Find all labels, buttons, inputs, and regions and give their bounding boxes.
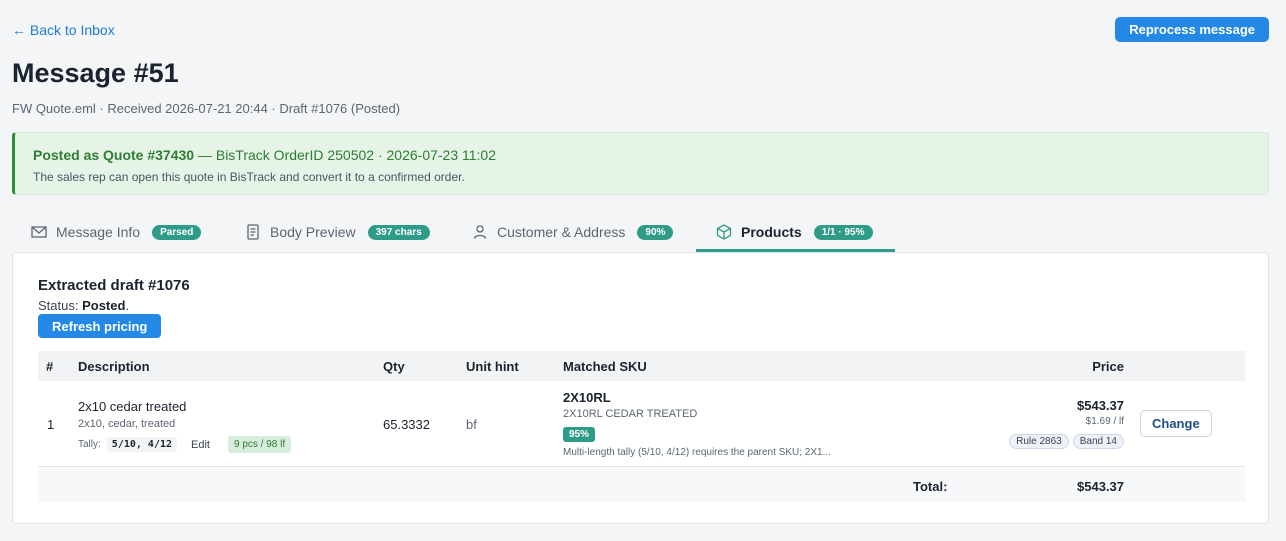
posted-order-info: — BisTrack OrderID 250502 · 2026-07-23 1… xyxy=(194,147,497,163)
row-number: 1 xyxy=(47,417,55,432)
tab-body-preview[interactable]: Body Preview 397 chars xyxy=(244,212,430,252)
tab-bar: Message Info Parsed Body Preview 397 cha… xyxy=(12,212,1269,252)
row-tally: Tally: 5/10, 4/12 Edit 9 pcs / 98 lf xyxy=(78,436,292,453)
rule-badge: Rule 2863 xyxy=(1009,434,1069,449)
col-header-description: Description xyxy=(78,359,150,374)
tally-edit-link[interactable]: Edit xyxy=(191,439,210,451)
row-sku-code: 2X10RL xyxy=(563,390,611,405)
person-icon xyxy=(473,225,487,239)
tally-pieces-badge: 9 pcs / 98 lf xyxy=(227,436,292,453)
draft-status-value: Posted xyxy=(82,298,126,313)
row-unit-price: $1.69 / lf xyxy=(1085,416,1124,427)
refresh-pricing-button[interactable]: Refresh pricing xyxy=(38,314,162,338)
row-unit-hint: bf xyxy=(466,417,477,432)
tab-body-preview-badge: 397 chars xyxy=(367,224,430,240)
posted-banner-headline: Posted as Quote #37430 — BisTrack OrderI… xyxy=(33,147,496,163)
tab-products-badge: 1/1 · 95% xyxy=(813,224,873,240)
band-badge: Band 14 xyxy=(1072,434,1124,449)
tab-message-info-label: Message Info xyxy=(56,224,141,240)
row-price: $543.37 xyxy=(1077,398,1124,413)
col-header-unit-hint: Unit hint xyxy=(466,359,519,374)
tab-customer-address[interactable]: Customer & Address 90% xyxy=(471,212,674,252)
total-row: Total: $543.37 xyxy=(38,468,1245,502)
document-icon xyxy=(247,224,259,240)
draft-status-label: Status: xyxy=(38,298,83,313)
row-description: 2x10 cedar treated xyxy=(78,399,187,414)
tab-body-preview-label: Body Preview xyxy=(270,224,356,240)
row-sku-note: Multi-length tally (5/10, 4/12) requires… xyxy=(563,447,831,458)
tally-label: Tally: xyxy=(78,439,101,450)
row-sku-confidence-badge: 95% xyxy=(563,427,596,442)
posted-quote-label: Posted as Quote #37430 xyxy=(33,147,195,163)
total-label: Total: xyxy=(913,479,948,494)
total-value: $543.37 xyxy=(1077,479,1124,494)
message-meta: FW Quote.eml · Received 2026-07-21 20:44… xyxy=(12,101,401,116)
col-header-num: # xyxy=(46,359,54,374)
tab-products[interactable]: Products 1/1 · 95% xyxy=(715,212,873,252)
table-row: 1 2x10 cedar treated 2x10, cedar, treate… xyxy=(38,381,1245,467)
row-description-parsed: 2x10, cedar, treated xyxy=(78,418,176,430)
draft-title: Extracted draft #1076 xyxy=(38,277,190,294)
page-title: Message #51 xyxy=(12,58,179,88)
reprocess-message-button[interactable]: Reprocess message xyxy=(1115,17,1269,42)
col-header-qty: Qty xyxy=(383,359,405,374)
draft-status: Status: Posted. xyxy=(38,298,129,313)
posted-banner-note: The sales rep can open this quote in Bis… xyxy=(33,170,465,184)
col-header-price: Price xyxy=(1092,359,1124,374)
tab-message-info[interactable]: Message Info Parsed xyxy=(30,212,202,252)
tab-products-label: Products xyxy=(741,224,802,240)
products-panel: Extracted draft #1076 Status: Posted. Re… xyxy=(12,252,1269,524)
tab-message-info-badge: Parsed xyxy=(152,224,202,240)
envelope-icon xyxy=(31,226,47,238)
draft-status-end: . xyxy=(125,298,130,313)
posted-banner: Posted as Quote #37430 — BisTrack OrderI… xyxy=(12,132,1269,195)
box-icon xyxy=(716,224,732,240)
change-sku-button[interactable]: Change xyxy=(1140,410,1212,437)
tab-customer-address-label: Customer & Address xyxy=(497,224,626,240)
row-pricing-rules: Rule 2863 Band 14 xyxy=(1009,434,1124,449)
tally-code: 5/10, 4/12 xyxy=(106,437,178,452)
col-header-matched-sku: Matched SKU xyxy=(563,359,647,374)
row-qty: 65.3332 xyxy=(383,417,430,432)
products-table-header: # Description Qty Unit hint Matched SKU … xyxy=(38,351,1245,381)
row-sku-name: 2X10RL CEDAR TREATED xyxy=(563,408,698,420)
tab-customer-address-badge: 90% xyxy=(637,224,674,240)
back-to-inbox-link[interactable]: ← Back to Inbox xyxy=(12,22,115,38)
